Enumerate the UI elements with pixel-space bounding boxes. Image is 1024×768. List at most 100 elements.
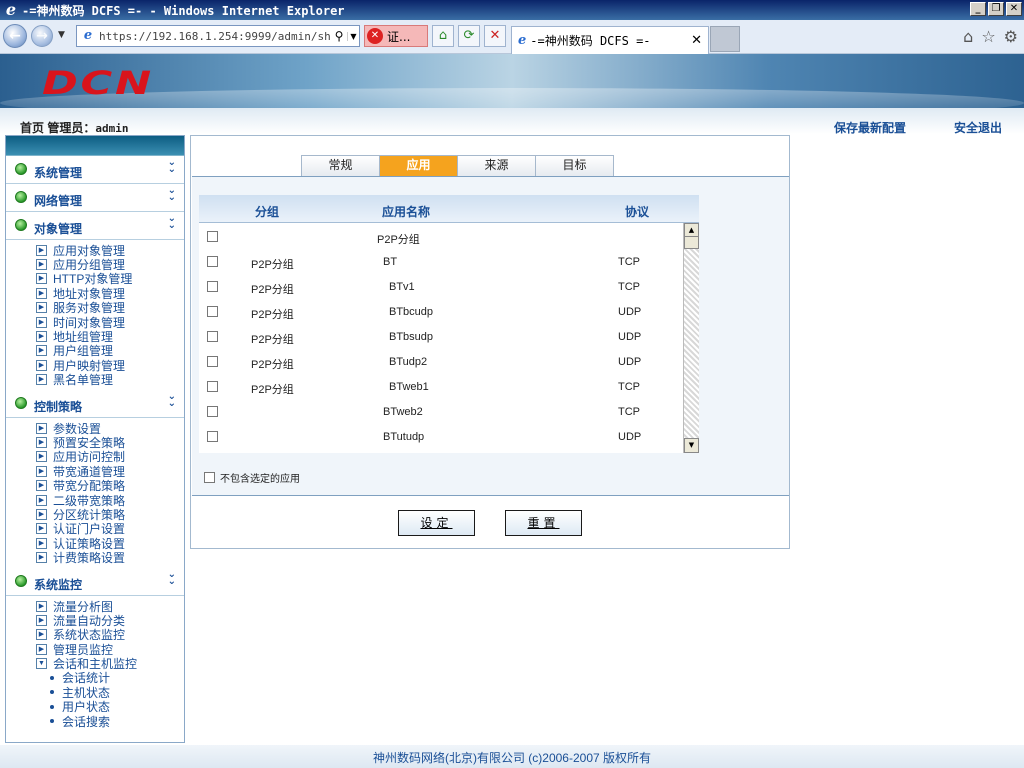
row-checkbox[interactable] bbox=[207, 306, 218, 317]
row-checkbox[interactable] bbox=[207, 256, 218, 267]
expand-box-icon: ▶ bbox=[36, 422, 47, 434]
row-checkbox[interactable] bbox=[207, 406, 218, 417]
green-bullet-icon bbox=[15, 163, 27, 175]
object-management-items: ▶ 应用对象管理 ▶ 应用分组管理 ▶ HTTP对象管理 ▶ 地址对象管理 ▶ 服务对象管… bbox=[6, 240, 184, 390]
sidebar-subitem[interactable]: 会话搜索 bbox=[36, 714, 184, 729]
forward-button[interactable]: → bbox=[31, 25, 53, 47]
expand-box-icon: ▶ bbox=[36, 494, 47, 506]
certificate-error-button[interactable]: ✕ 证... bbox=[364, 25, 428, 47]
row-checkbox[interactable] bbox=[207, 356, 218, 367]
url-text[interactable]: https://192.168.1.254:9999/admin/show/ bbox=[99, 30, 331, 43]
home-icon[interactable]: ⌂ bbox=[963, 27, 973, 46]
double-chevron-down-icon[interactable]: ⌄ ⌄ bbox=[168, 569, 176, 586]
expand-box-icon: ▶ bbox=[36, 273, 47, 285]
favorites-star-icon[interactable]: ☆ bbox=[981, 27, 995, 46]
cell-group: P2P分组 bbox=[251, 384, 294, 396]
compatibility-icon[interactable]: ⌂ bbox=[432, 25, 454, 47]
sidebar-section-system-management[interactable]: 系统管理 ⌄ ⌄ bbox=[6, 156, 184, 184]
section-label: 对象管理 bbox=[34, 222, 83, 236]
table-row: P2P分组 bbox=[199, 223, 683, 248]
ie-icon: e bbox=[5, 0, 17, 19]
exclude-selected-option[interactable]: 不包含选定的应用 bbox=[204, 470, 300, 485]
minimize-button[interactable]: _ bbox=[970, 2, 986, 16]
bullet-dot-icon bbox=[50, 690, 54, 695]
cell-protocol: TCP bbox=[618, 381, 640, 393]
table-header: 分组 应用名称 协议 bbox=[199, 195, 699, 223]
expand-box-icon: ▶ bbox=[36, 480, 47, 492]
close-button[interactable]: ✕ bbox=[1006, 2, 1022, 16]
row-checkbox[interactable] bbox=[207, 281, 218, 292]
main-content-panel: 常规 应用 来源 目标 分组 应用名称 协议 P2P分组 P2P分组 BT TCP … bbox=[190, 135, 790, 549]
green-bullet-icon bbox=[15, 574, 27, 587]
tab-target[interactable]: 目标 bbox=[535, 155, 614, 177]
restore-button[interactable]: ❐ bbox=[988, 2, 1004, 16]
sidebar-section-network-management[interactable]: 网络管理 ⌄ ⌄ bbox=[6, 184, 184, 212]
expand-box-icon: ▶ bbox=[36, 374, 47, 386]
tab-general[interactable]: 常规 bbox=[301, 155, 380, 177]
settings-gear-icon[interactable]: ⚙ bbox=[1004, 27, 1018, 46]
table-row: P2P分组 BTbcudp UDP bbox=[199, 298, 683, 323]
tab-close-icon[interactable]: ✕ bbox=[691, 33, 702, 48]
browser-right-icons: ⌂ ☆ ⚙ bbox=[963, 27, 1018, 46]
table-row: BTutudp UDP bbox=[199, 423, 683, 448]
expand-box-icon: ▶ bbox=[36, 552, 47, 564]
double-chevron-down-icon[interactable]: ⌄ ⌄ bbox=[168, 158, 176, 175]
browser-toolbar: ← → ▼ e https://192.168.1.254:9999/admin… bbox=[0, 20, 1024, 54]
stop-icon[interactable]: ✕ bbox=[484, 25, 506, 47]
double-chevron-down-icon[interactable]: ⌄ ⌄ bbox=[168, 186, 176, 203]
window-title: -=神州数码 DCFS =- - Windows Internet Explor… bbox=[22, 3, 345, 18]
expand-box-icon: ▶ bbox=[36, 345, 47, 357]
sidebar-item[interactable]: ▶ 黑名单管理 bbox=[36, 373, 184, 387]
tab-application[interactable]: 应用 bbox=[379, 155, 458, 177]
cell-protocol: UDP bbox=[618, 356, 642, 368]
section-label: 网络管理 bbox=[34, 194, 83, 208]
reset-button[interactable]: 重置 bbox=[505, 510, 582, 536]
refresh-icon[interactable]: ⟳ bbox=[458, 25, 480, 47]
sidebar-section-control-policy[interactable]: 控制策略 ⌄ ⌄ bbox=[6, 389, 184, 418]
cell-group: P2P分组 bbox=[251, 309, 294, 321]
double-chevron-down-icon[interactable]: ⌄ ⌄ bbox=[168, 391, 176, 408]
green-bullet-icon bbox=[15, 219, 27, 231]
row-checkbox[interactable] bbox=[207, 231, 218, 242]
green-bullet-icon bbox=[15, 396, 27, 409]
system-monitor-items: ▶ 流量分析图 ▶ 流量自动分类 ▶ 系统状态监控 ▶ 管理员监控 ▼ 会话和主机监控 会… bbox=[6, 596, 184, 732]
exclude-label: 不包含选定的应用 bbox=[220, 474, 300, 485]
search-icon[interactable]: ⚲ bbox=[331, 29, 347, 43]
bullet-dot-icon bbox=[50, 719, 54, 724]
home-breadcrumb[interactable]: 首页 管理员：admin bbox=[20, 119, 128, 136]
back-button[interactable]: ← bbox=[3, 24, 27, 48]
expand-box-icon: ▶ bbox=[36, 614, 47, 626]
section-label: 控制策略 bbox=[34, 399, 83, 414]
new-tab-button[interactable] bbox=[710, 26, 740, 52]
address-bar[interactable]: e https://192.168.1.254:9999/admin/show/… bbox=[76, 25, 360, 47]
table-scrollbar[interactable]: ▲ ▼ bbox=[683, 223, 699, 453]
tab-source[interactable]: 来源 bbox=[457, 155, 536, 177]
column-header-group: 分组 bbox=[255, 205, 280, 219]
exclude-checkbox[interactable] bbox=[204, 472, 215, 483]
scroll-down-arrow-icon[interactable]: ▼ bbox=[684, 438, 699, 453]
expand-box-icon: ▶ bbox=[36, 287, 47, 299]
expand-box-icon: ▶ bbox=[36, 302, 47, 314]
row-checkbox[interactable] bbox=[207, 381, 218, 392]
header-info-bar: 首页 管理员：admin 保存最新配置 安全退出 bbox=[0, 108, 1024, 136]
sidebar-item-label: 计费策略设置 bbox=[53, 551, 126, 566]
expand-box-icon: ▶ bbox=[36, 259, 47, 271]
table-row: P2P分组 BTbsudp UDP bbox=[199, 323, 683, 348]
cell-name: BTutudp bbox=[383, 431, 425, 443]
browser-tab[interactable]: e -=神州数码 DCFS =- ✕ bbox=[511, 26, 709, 54]
save-config-link[interactable]: 保存最新配置 bbox=[834, 119, 906, 136]
row-checkbox[interactable] bbox=[207, 431, 218, 442]
logout-link[interactable]: 安全退出 bbox=[954, 119, 1002, 136]
sidebar-item[interactable]: ▶ 计费策略设置 bbox=[36, 550, 184, 566]
expand-box-icon: ▶ bbox=[36, 508, 47, 520]
history-dropdown-icon[interactable]: ▼ bbox=[58, 30, 65, 40]
cell-group: P2P分组 bbox=[251, 259, 294, 271]
sidebar-section-object-management[interactable]: 对象管理 ⌄ ⌄ bbox=[6, 212, 184, 240]
row-checkbox[interactable] bbox=[207, 331, 218, 342]
scroll-thumb[interactable] bbox=[684, 236, 699, 249]
address-dropdown-icon[interactable]: ▼ bbox=[347, 31, 359, 41]
set-button[interactable]: 设定 bbox=[398, 510, 475, 536]
sidebar-section-system-monitor[interactable]: 系统监控 ⌄ ⌄ bbox=[6, 567, 184, 596]
expand-box-icon: ▶ bbox=[36, 643, 47, 655]
double-chevron-down-icon[interactable]: ⌄ ⌄ bbox=[168, 214, 176, 231]
